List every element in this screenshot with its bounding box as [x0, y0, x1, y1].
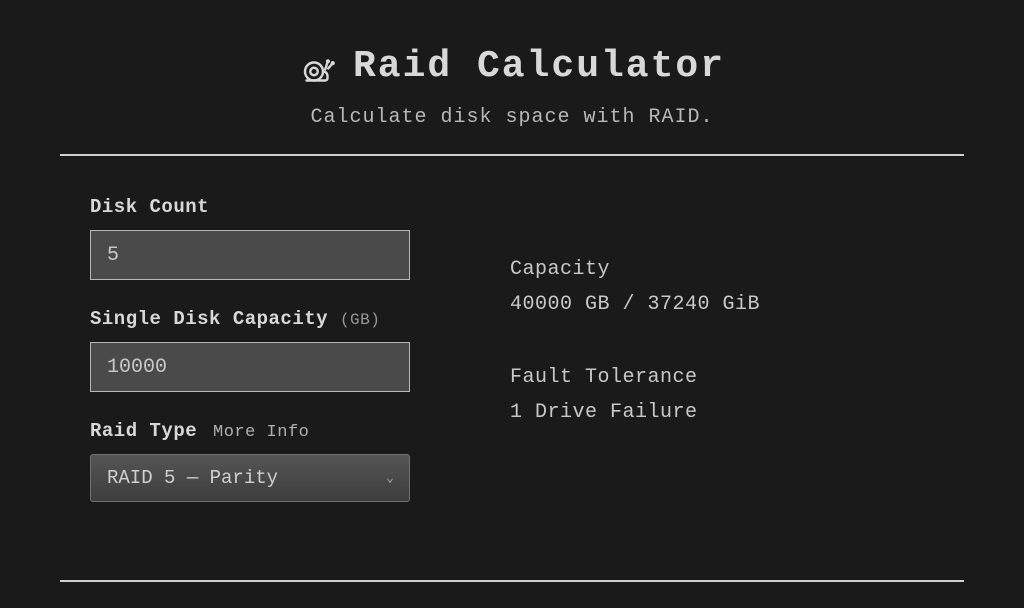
page-subtitle: Calculate disk space with RAID.	[60, 106, 964, 129]
disk-count-label: Disk Count	[90, 196, 430, 218]
capacity-value: 40000 GB / 37240 GiB	[510, 293, 934, 316]
raid-type-select[interactable]: RAID 5 — Parity	[90, 454, 410, 502]
fault-tolerance-label: Fault Tolerance	[510, 366, 934, 389]
more-info-link[interactable]: More Info	[213, 423, 309, 442]
capacity-unit-suffix: (GB)	[340, 311, 380, 329]
raid-type-label: Raid Type More Info	[90, 420, 430, 442]
snail-icon	[299, 49, 335, 85]
page-title: Raid Calculator	[353, 45, 725, 88]
divider-bottom	[60, 580, 964, 582]
header: Raid Calculator Calculate disk space wit…	[60, 45, 964, 129]
disk-count-input[interactable]	[90, 230, 410, 280]
single-disk-capacity-label: Single Disk Capacity (GB)	[90, 308, 430, 330]
capacity-label: Capacity	[510, 258, 934, 281]
fault-tolerance-value: 1 Drive Failure	[510, 401, 934, 424]
single-disk-capacity-input[interactable]	[90, 342, 410, 392]
